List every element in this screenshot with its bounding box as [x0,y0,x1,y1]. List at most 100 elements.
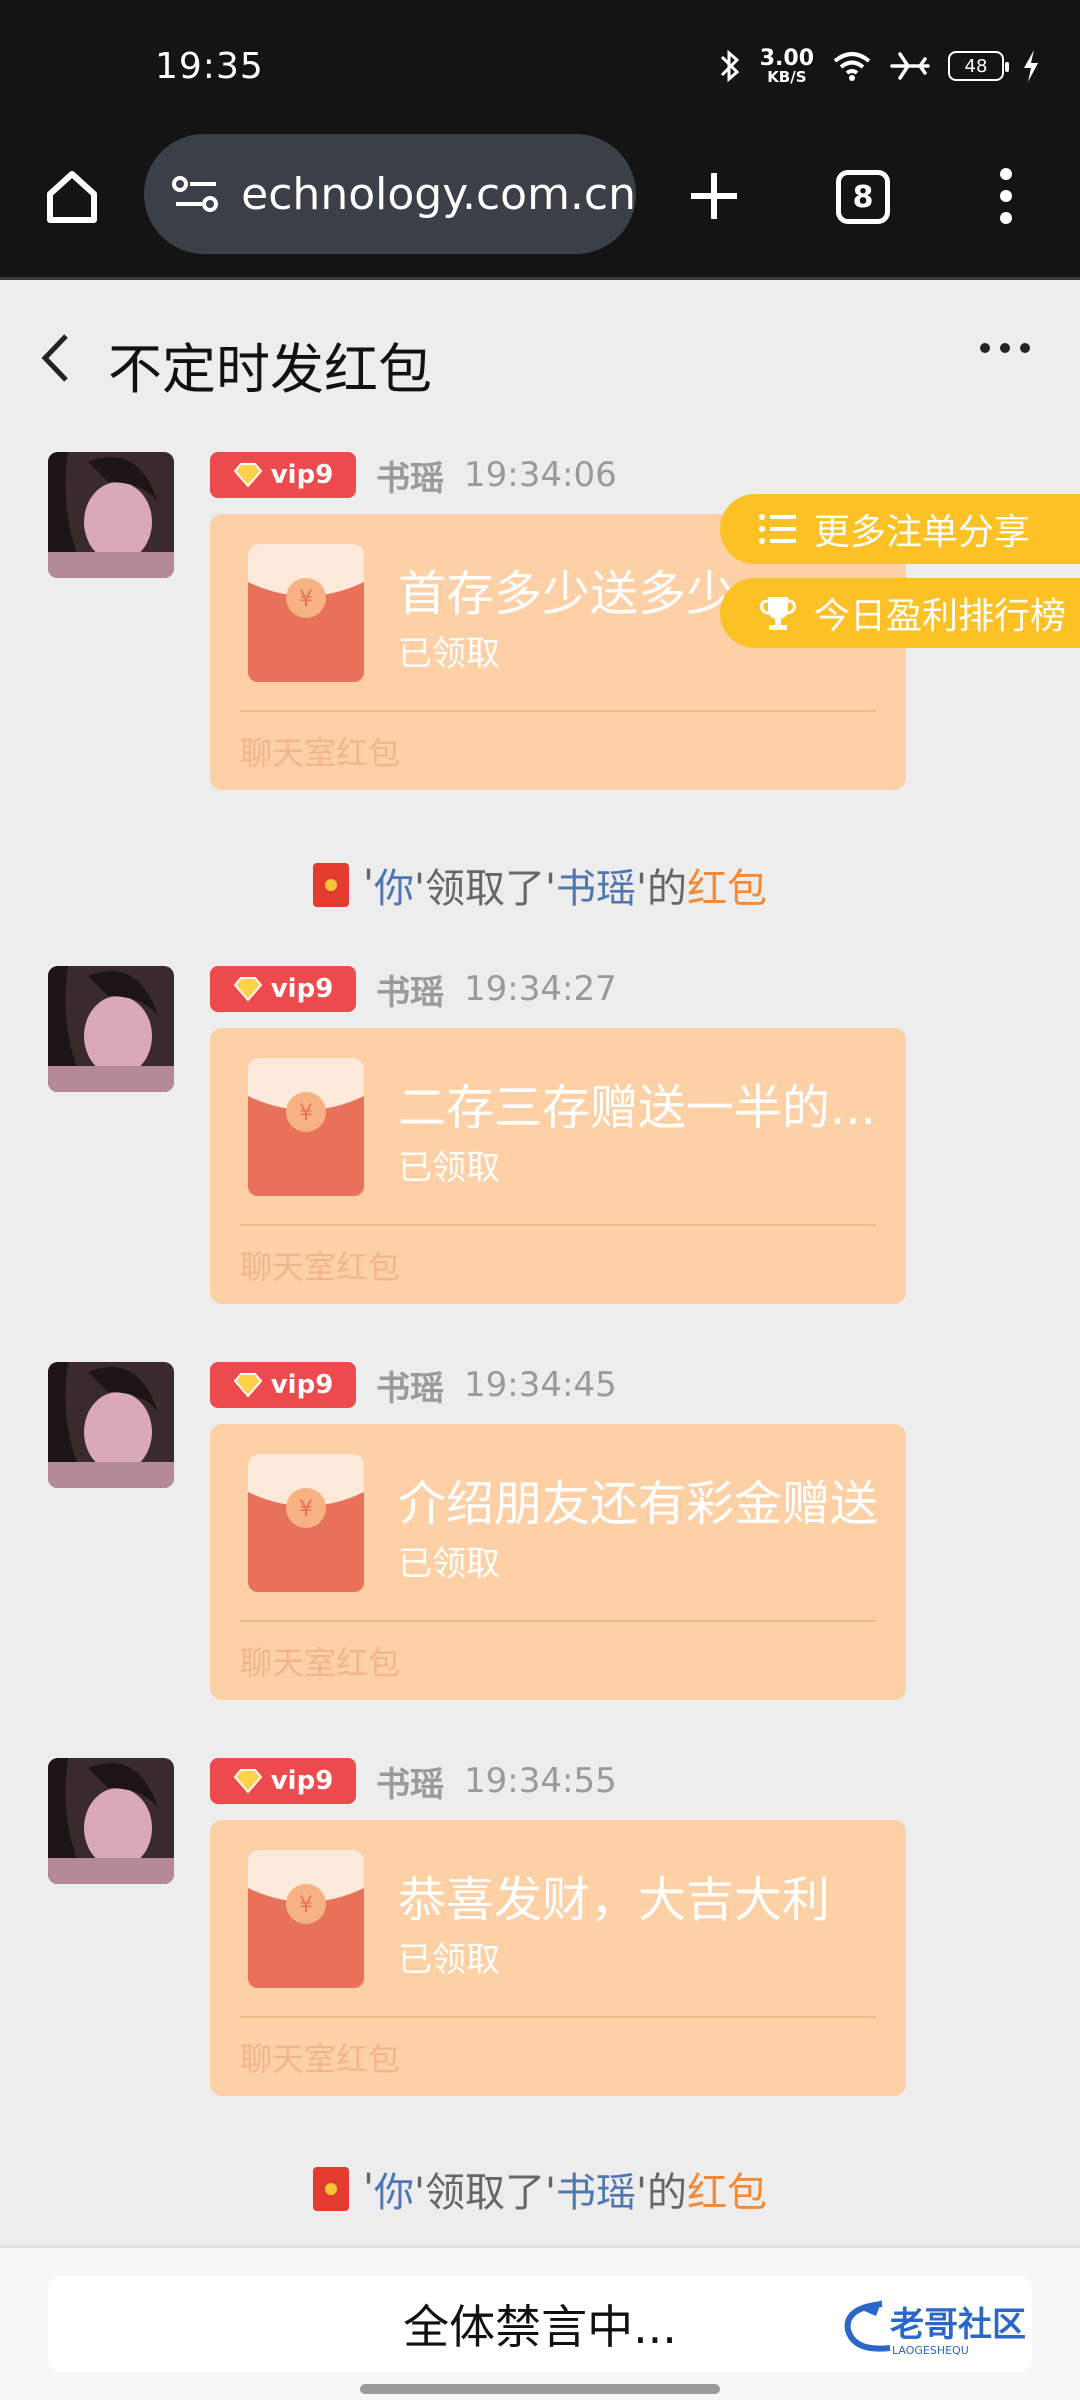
address-bar[interactable]: echnology.com.cn [144,134,636,254]
system-notice: ' 你 '领取了' 书瑶 '的 红包 [0,2160,1080,2218]
vip-level: vip9 [270,974,334,1004]
gem-icon [233,1373,263,1398]
red-envelope-icon: ¥ [248,544,364,682]
menu-dot [1000,212,1012,224]
gem-icon [233,1769,263,1794]
avatar[interactable] [48,452,174,578]
status-bar: 19:35 3.00 KB/S 48 [0,0,1080,132]
list-icon [758,509,798,549]
vip-badge: vip9 [210,966,356,1012]
svg-text:¥: ¥ [299,1497,313,1522]
divider [240,2016,876,2018]
notice-action: '领取了' [414,2170,556,2216]
notice-of: '的 [636,866,687,912]
divider [240,1224,876,1226]
vip-level: vip9 [270,460,334,490]
charging-icon [1024,50,1038,82]
browser-menu-button[interactable] [986,162,1026,230]
packet-status: 已领取 [398,1544,500,1584]
packet-status: 已领取 [398,1940,500,1980]
notice-action: '领取了' [414,866,556,912]
browser-toolbar: echnology.com.cn 8 [0,132,1080,280]
red-envelope-icon: ¥ [248,1850,364,1988]
notice-red-packet[interactable]: 红包 [687,856,767,914]
airplane-icon [890,52,930,80]
vip-badge: vip9 [210,1362,356,1408]
watermark-text: 老哥社区 [890,2305,1026,2345]
more-dot [1000,343,1010,353]
chevron-left-icon [41,334,68,382]
more-dot [1020,343,1030,353]
wifi-icon [833,52,871,81]
site-settings-icon[interactable] [168,164,223,224]
red-packet-icon [313,2167,349,2211]
message-meta: vip9 书瑶 19:34:27 [210,966,617,1013]
more-bets-label: 更多注单分享 [814,512,1031,553]
vip-badge: vip9 [210,452,356,498]
home-indicator[interactable] [360,2384,720,2394]
chat-header: 不定时发红包 [0,283,1080,433]
trophy-icon [758,593,798,633]
packet-label: 聊天室红包 [240,1248,401,1286]
more-options-button[interactable] [980,343,1030,353]
more-bets-share-button[interactable]: 更多注单分享 [720,494,1080,564]
battery-icon: 48 [948,51,1009,81]
packet-status: 已领取 [398,634,500,674]
packet-title: 恭喜发财，大吉大利 [398,1872,831,1928]
bluetooth-icon [720,49,739,83]
vip-level: vip9 [270,1370,334,1400]
svg-text:¥: ¥ [299,1893,313,1918]
packet-label: 聊天室红包 [240,2040,401,2078]
vip-badge: vip9 [210,1758,356,1804]
notice-quote: ' [363,862,374,908]
profit-ranking-button[interactable]: 今日盈利排行榜 [720,578,1080,648]
notice-red-packet[interactable]: 红包 [687,2160,767,2218]
sender-name: 书瑶 [376,1368,444,1409]
avatar[interactable] [48,1362,174,1488]
notice-quote: ' [363,2166,374,2212]
sender-name: 书瑶 [376,1764,444,1805]
vip-level: vip9 [270,1766,334,1796]
more-dot [980,343,990,353]
gem-icon [233,463,263,488]
avatar[interactable] [48,1758,174,1884]
red-packet-card[interactable]: ¥ 介绍朋友还有彩金赠送 已领取 聊天室红包 [210,1424,906,1700]
notice-sender[interactable]: 书瑶 [556,856,636,914]
packet-label: 聊天室红包 [240,1644,401,1682]
home-button[interactable] [38,162,106,230]
status-icons: 3.00 KB/S 48 [718,44,1040,88]
url-text: echnology.com.cn [241,168,636,220]
net-speed-unit: KB/S [767,67,807,86]
packet-status: 已领取 [398,1148,500,1188]
home-icon [47,171,97,223]
svg-text:¥: ¥ [299,1101,313,1126]
tab-switcher-button[interactable]: 8 [836,170,890,224]
sender-name: 书瑶 [376,972,444,1013]
message-meta: vip9 书瑶 19:34:55 [210,1758,617,1805]
red-packet-card[interactable]: ¥ 二存三存赠送一半的... 已领取 聊天室红包 [210,1028,906,1304]
red-packet-card[interactable]: ¥ 恭喜发财，大吉大利 已领取 聊天室红包 [210,1820,906,2096]
notice-of: '的 [636,2170,687,2216]
watermark-logo: 老哥社区 LAOGESHEQU [842,2294,1064,2360]
page-title: 不定时发红包 [108,338,432,401]
notice-you: 你 [374,2170,414,2216]
packet-label: 聊天室红包 [240,734,401,772]
new-tab-button[interactable] [680,162,748,230]
watermark-subtext: LAOGESHEQU [892,2344,969,2357]
red-envelope-icon: ¥ [248,1454,364,1592]
menu-dot [1000,190,1012,202]
notice-sender[interactable]: 书瑶 [556,2160,636,2218]
message-time: 19:34:45 [464,1365,617,1405]
gem-icon [233,977,263,1002]
message-time: 19:34:06 [464,455,617,495]
red-packet-icon [313,863,349,907]
net-speed-value: 3.00 [759,45,814,71]
message-meta: vip9 书瑶 19:34:06 [210,452,617,499]
svg-text:¥: ¥ [299,587,313,612]
back-button[interactable] [40,328,84,388]
menu-dot [1000,168,1012,180]
message-time: 19:34:27 [464,969,617,1009]
message-meta: vip9 书瑶 19:34:45 [210,1362,617,1409]
avatar[interactable] [48,966,174,1092]
input-bar: 全体禁言中... 老哥社区 LAOGESHEQU [0,2246,1080,2400]
